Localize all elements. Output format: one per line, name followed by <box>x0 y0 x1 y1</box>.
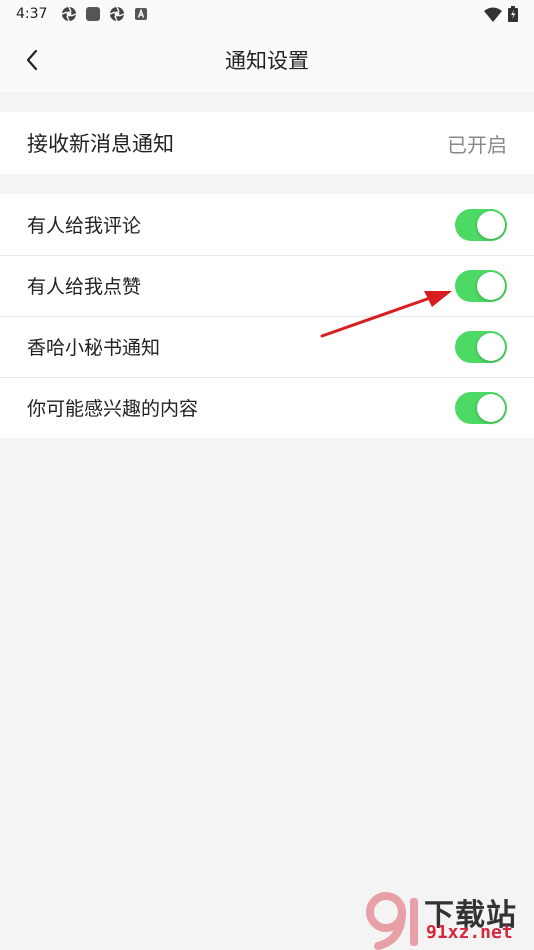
setting-label-likes: 有人给我点赞 <box>27 276 142 298</box>
status-right <box>484 6 518 26</box>
receive-notifications-card: 接收新消息通知 已开启 <box>0 112 534 174</box>
receive-notifications-status: 已开启 <box>447 132 507 157</box>
toggle-knob <box>477 393 505 422</box>
square-app-icon <box>85 6 101 22</box>
back-button[interactable] <box>20 48 44 72</box>
setting-label-secretary: 香哈小秘书通知 <box>27 337 161 359</box>
watermark-91-logo <box>366 892 418 950</box>
notification-toggles-card: 有人给我评论 有人给我点赞 香哈小秘书通知 你可能感兴趣的内容 <box>0 194 534 438</box>
status-time: 4:37 <box>16 6 48 22</box>
toggle-comments[interactable] <box>455 208 507 241</box>
a-badge-icon <box>133 6 149 22</box>
setting-label-interests: 你可能感兴趣的内容 <box>27 398 199 420</box>
toggle-secretary[interactable] <box>455 330 507 363</box>
toggle-knob <box>477 332 505 361</box>
receive-notifications-row[interactable]: 接收新消息通知 已开启 <box>0 112 534 174</box>
wifi-icon <box>484 7 502 26</box>
toggle-knob <box>477 210 505 239</box>
watermark-url: 91xz.net <box>426 922 513 943</box>
aperture-icon <box>61 6 77 22</box>
page-title: 通知设置 <box>225 49 309 73</box>
setting-row-comments: 有人给我评论 <box>0 194 534 255</box>
toggle-knob <box>477 271 505 300</box>
status-bar: 4:37 <box>0 0 534 28</box>
status-icons <box>61 6 149 22</box>
toggle-interests[interactable] <box>455 391 507 424</box>
battery-icon <box>508 6 518 26</box>
aperture-icon <box>109 6 125 22</box>
setting-row-interests: 你可能感兴趣的内容 <box>0 377 534 438</box>
nav-bar: 通知设置 <box>0 28 534 92</box>
receive-notifications-label: 接收新消息通知 <box>27 132 174 156</box>
setting-label-comments: 有人给我评论 <box>27 215 142 237</box>
toggle-likes[interactable] <box>455 269 507 302</box>
chevron-left-icon <box>26 49 38 71</box>
setting-row-likes: 有人给我点赞 <box>0 255 534 316</box>
setting-row-secretary: 香哈小秘书通知 <box>0 316 534 377</box>
watermark-logo: 下载站 91xz.net <box>364 888 534 950</box>
